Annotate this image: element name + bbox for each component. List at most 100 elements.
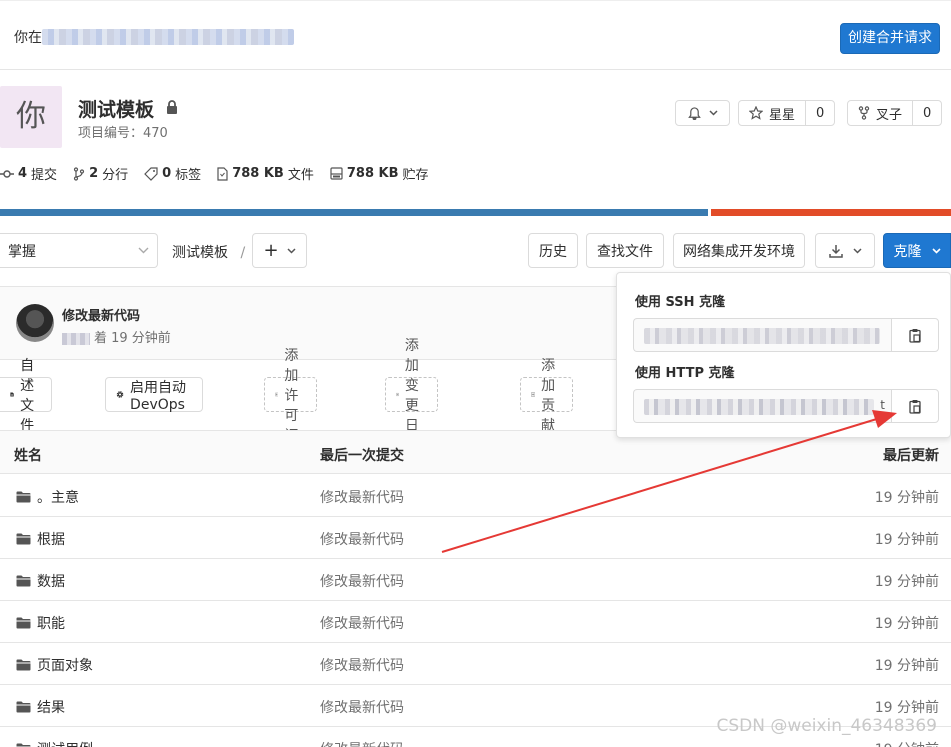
file-name-cell[interactable]: 。主意 — [16, 487, 79, 507]
branch-select[interactable]: 掌握 — [0, 233, 158, 268]
folder-name[interactable]: 测试用例 — [37, 739, 93, 747]
plus-icon: + — [263, 240, 279, 261]
table-row[interactable]: 根据 修改最新代码 19 分钟前 — [0, 517, 951, 559]
folder-icon — [16, 533, 31, 545]
readme-button[interactable]: 自述文件 — [0, 358, 52, 434]
stat-storage[interactable]: 788 KB 贮存 — [330, 164, 429, 183]
chevron-down-icon — [709, 110, 718, 116]
devops-label: 启用自动 DevOps — [130, 379, 187, 413]
table-row[interactable]: 页面对象 修改最新代码 19 分钟前 — [0, 643, 951, 685]
breadcrumb-separator: / — [240, 245, 246, 261]
last-update-time: 19 分钟前 — [874, 574, 939, 590]
folder-name[interactable]: 职能 — [37, 613, 65, 633]
star-button[interactable]: 星星 0 — [738, 100, 836, 126]
project-id: 项目编号：470 — [78, 126, 168, 141]
commit-meta: 着 19 分钟前 — [62, 327, 171, 346]
folder-name[interactable]: 。主意 — [37, 487, 79, 507]
star-count[interactable]: 0 — [805, 101, 834, 125]
table-row[interactable]: 职能 修改最新代码 19 分钟前 — [0, 601, 951, 643]
download-dropdown[interactable] — [815, 233, 875, 268]
add-dropdown[interactable]: + — [252, 233, 307, 268]
stat-tags-count: 0 — [162, 166, 172, 181]
stat-commits[interactable]: 4 提交 — [0, 164, 57, 183]
last-update-time: 19 分钟前 — [874, 658, 939, 674]
last-commit-message[interactable]: 修改最新代码 — [320, 655, 404, 675]
redacted-breadcrumb — [42, 29, 294, 45]
clipboard-icon — [909, 399, 921, 414]
enable-devops-button[interactable]: 启用自动 DevOps — [105, 377, 203, 413]
chevron-down-icon — [138, 247, 149, 254]
add-contributing-button[interactable]: 添加贡献 — [520, 358, 573, 434]
last-commit-message[interactable]: 修改最新代码 — [320, 613, 404, 633]
folder-name[interactable]: 数据 — [37, 571, 65, 591]
breadcrumb-project[interactable]: 测试模板 — [172, 245, 228, 261]
lock-icon — [167, 100, 177, 114]
document-icon — [10, 392, 14, 397]
table-row[interactable]: 。主意 修改最新代码 19 分钟前 — [0, 475, 951, 517]
file-name-cell[interactable]: 数据 — [16, 571, 65, 591]
file-icon — [217, 166, 228, 181]
fork-count[interactable]: 0 — [912, 101, 941, 125]
commit-title[interactable]: 修改最新代码 — [62, 305, 140, 324]
stat-tags[interactable]: 0 标签 — [144, 164, 201, 183]
file-name-cell[interactable]: 测试用例 — [16, 739, 93, 747]
top-bar: 你在 创建合并请求 — [0, 0, 951, 70]
stat-branches[interactable]: 2 分行 — [73, 164, 128, 183]
folder-name[interactable]: 页面对象 — [37, 655, 93, 675]
commit-time: 着 19 分钟前 — [94, 331, 171, 346]
file-name-cell[interactable]: 根据 — [16, 529, 65, 549]
last-update-time: 19 分钟前 — [874, 616, 939, 632]
stat-files-label: 文件 — [287, 168, 314, 183]
folder-icon — [16, 575, 31, 587]
clone-dropdown-panel: 使用 SSH 克隆 使用 HTTP 克隆 t — [616, 272, 951, 438]
last-commit-message[interactable]: 修改最新代码 — [320, 487, 404, 507]
fork-button[interactable]: 叉子 0 — [847, 100, 943, 126]
chevron-down-icon — [852, 247, 862, 254]
redacted-http-url — [644, 399, 874, 415]
folder-name[interactable]: 根据 — [37, 529, 65, 549]
folder-name[interactable]: 结果 — [37, 697, 65, 717]
copy-http-url-button[interactable] — [891, 389, 939, 423]
branch-select-value: 掌握 — [8, 243, 36, 260]
ssh-clone-label: 使用 SSH 克隆 — [635, 295, 726, 310]
stat-commits-count: 4 — [18, 166, 28, 181]
copy-ssh-url-button[interactable] — [891, 318, 939, 352]
history-button[interactable]: 历史 — [528, 233, 578, 268]
last-update-time: 19 分钟前 — [874, 532, 939, 548]
create-merge-request-button[interactable]: 创建合并请求 — [840, 23, 940, 54]
ssh-url-input[interactable] — [633, 318, 891, 352]
file-name-cell[interactable]: 职能 — [16, 613, 65, 633]
stat-files[interactable]: 788 KB 文件 — [217, 164, 314, 183]
watermark: CSDN @weixin_46348369 — [716, 716, 937, 736]
http-url-input[interactable]: t — [633, 389, 891, 423]
file-name-cell[interactable]: 页面对象 — [16, 655, 93, 675]
fork-label: 叉子 — [876, 107, 903, 123]
last-commit-message[interactable]: 修改最新代码 — [320, 697, 404, 717]
clone-button[interactable]: 克隆 — [883, 233, 951, 268]
folder-icon — [16, 659, 31, 671]
stat-files-size: 788 KB — [232, 166, 284, 181]
stat-commits-label: 提交 — [31, 168, 58, 183]
breadcrumb: 测试模板 / — [172, 242, 245, 262]
repository-language-bar — [0, 209, 951, 216]
folder-icon — [16, 617, 31, 629]
add-changelog-button[interactable]: 添加变更日志 — [385, 338, 438, 454]
add-license-button[interactable]: 添加许可证 — [264, 348, 317, 444]
file-name-cell[interactable]: 结果 — [16, 697, 65, 717]
http-url-tail: t — [880, 398, 885, 412]
notification-dropdown[interactable] — [675, 100, 730, 126]
last-commit-message[interactable]: 修改最新代码 — [320, 739, 404, 747]
last-commit-message[interactable]: 修改最新代码 — [320, 529, 404, 549]
star-label: 星星 — [769, 107, 796, 123]
avatar[interactable] — [16, 304, 54, 342]
table-row[interactable]: 数据 修改最新代码 19 分钟前 — [0, 559, 951, 601]
project-title: 测试模板 — [78, 99, 155, 121]
last-commit-message[interactable]: 修改最新代码 — [320, 571, 404, 591]
column-name: 姓名 — [14, 448, 42, 464]
find-file-button[interactable]: 查找文件 — [586, 233, 664, 268]
plus-square-icon — [396, 393, 399, 396]
last-update-time: 19 分钟前 — [875, 739, 939, 747]
web-ide-button[interactable]: 网络集成开发环境 — [673, 233, 805, 268]
stat-storage-label: 贮存 — [402, 168, 429, 183]
last-update-time: 19 分钟前 — [874, 700, 939, 716]
